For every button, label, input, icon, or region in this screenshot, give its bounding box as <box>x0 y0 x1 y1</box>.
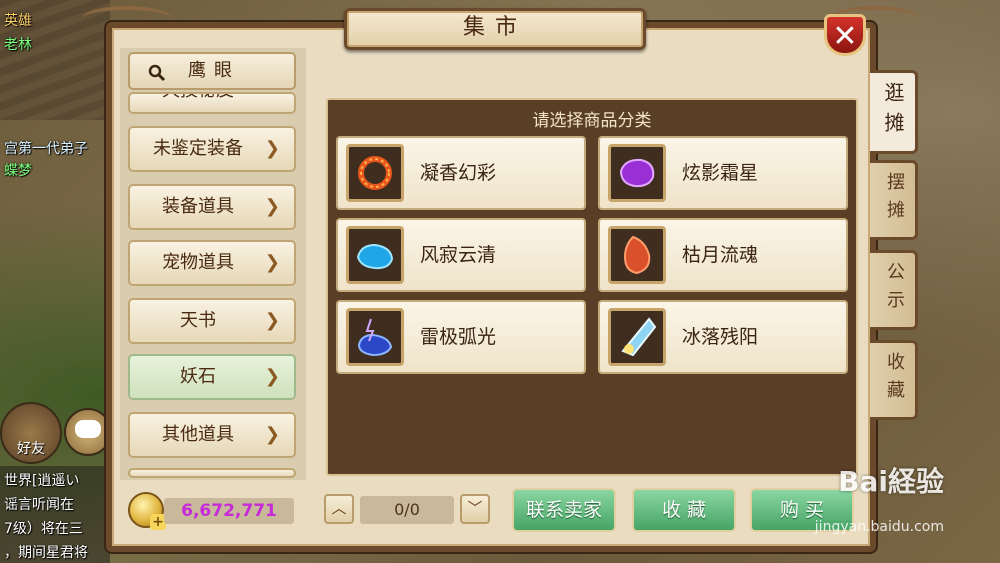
contact-seller-button[interactable]: 联系卖家 <box>512 488 616 532</box>
category-item-selected[interactable]: 妖石 ❯ <box>128 354 296 400</box>
content-title: 请选择商品分类 <box>532 111 652 131</box>
tab-favorites[interactable]: 收藏 <box>870 340 918 420</box>
chat-button[interactable] <box>64 408 112 456</box>
item-card[interactable]: 枯月流魂 <box>598 218 848 292</box>
item-name: 炫影霜星 <box>682 162 759 184</box>
search-button[interactable]: 鹰眼 <box>128 52 296 90</box>
item-card[interactable]: 炫影霜星 <box>598 136 848 210</box>
item-category-grid: 请选择商品分类 凝香幻彩 炫影霜星 风寂云清 枯月流魂 雷极弧光 冰落残阳 <box>326 98 858 476</box>
item-name: 枯月流魂 <box>682 244 759 266</box>
money-amount: 6,672,771 <box>164 498 294 524</box>
page-down-button[interactable]: ﹀ <box>460 494 490 524</box>
category-label: 天技秘皮 <box>130 94 266 112</box>
item-card[interactable]: 风寂云清 <box>336 218 586 292</box>
player-name: 老林 <box>4 37 32 53</box>
tab-browse[interactable]: 逛摊 <box>870 70 918 154</box>
chevron-right-icon: ❯ <box>264 366 280 387</box>
item-card[interactable]: 雷极弧光 <box>336 300 586 374</box>
red-stone-icon <box>608 226 666 284</box>
category-label: 其他道具 <box>162 424 234 445</box>
category-label: 宠物道具 <box>162 252 234 273</box>
ice-crystal-icon <box>608 308 666 366</box>
item-card[interactable]: 凝香幻彩 <box>336 136 586 210</box>
chevron-right-icon: ❯ <box>264 138 280 159</box>
chat-bubble-icon <box>75 420 101 438</box>
chat-line: ，期间星君将 <box>4 545 88 561</box>
blue-stone-icon <box>346 226 404 284</box>
chevron-right-icon: ❯ <box>264 196 280 217</box>
chat-line: 世界[逍遥い <box>4 473 80 489</box>
lightning-stone-icon <box>346 308 404 366</box>
item-card[interactable]: 冰落残阳 <box>598 300 848 374</box>
fire-ring-stone-icon <box>346 144 404 202</box>
item-name: 风寂云清 <box>420 244 497 266</box>
category-label: 未鉴定装备 <box>153 138 243 159</box>
page-indicator: 0/0 <box>360 496 454 524</box>
chat-line: 谣言听闻在 <box>4 497 74 513</box>
item-name: 雷极弧光 <box>420 326 497 348</box>
category-label: 天书 <box>180 310 216 331</box>
friends-button[interactable]: 好友 <box>0 402 62 464</box>
tab-stall[interactable]: 摆摊 <box>870 160 918 240</box>
player-title: 宫第一代弟子 <box>4 141 88 157</box>
category-item[interactable]: 天书 ❯ <box>128 298 296 344</box>
close-icon[interactable]: ✕ <box>824 14 866 56</box>
category-item[interactable]: 宠物道具 ❯ <box>128 240 296 286</box>
category-item[interactable]: 其他道具 ❯ <box>128 412 296 458</box>
category-item[interactable]: 天技秘皮 <box>128 92 296 114</box>
item-name: 凝香幻彩 <box>420 162 497 184</box>
friends-label: 好友 <box>17 441 45 457</box>
chat-line: 7级）将在三 <box>4 521 83 537</box>
corner-ornament <box>82 6 172 32</box>
category-item[interactable]: 装备道具 ❯ <box>128 184 296 230</box>
favorite-button[interactable]: 收 藏 <box>632 488 736 532</box>
search-label: 鹰眼 <box>188 60 240 81</box>
page-up-button[interactable]: ︿ <box>324 494 354 524</box>
chat-log[interactable]: 世界[逍遥い 谣言听闻在 7级）将在三 ，期间星君将 <box>0 466 110 563</box>
category-item[interactable]: 未鉴定装备 ❯ <box>128 126 296 172</box>
chevron-right-icon: ❯ <box>264 310 280 331</box>
baidu-watermark: Bai経验 <box>838 465 944 498</box>
tab-public[interactable]: 公示 <box>870 250 918 330</box>
player-name: 英雄 <box>4 13 32 29</box>
category-item[interactable] <box>128 468 296 478</box>
category-label: 装备道具 <box>162 196 234 217</box>
purple-stone-icon <box>608 144 666 202</box>
item-name: 冰落残阳 <box>682 326 759 348</box>
coin-icon[interactable]: + <box>128 492 166 530</box>
search-icon <box>148 60 166 94</box>
chevron-right-icon: ❯ <box>264 252 280 273</box>
window-title: 集市 <box>344 8 646 50</box>
watermark-url: jingyan.baidu.com <box>814 519 944 535</box>
chevron-right-icon: ❯ <box>264 424 280 445</box>
category-label: 妖石 <box>180 366 216 387</box>
player-name: 蝶梦 <box>4 163 32 179</box>
